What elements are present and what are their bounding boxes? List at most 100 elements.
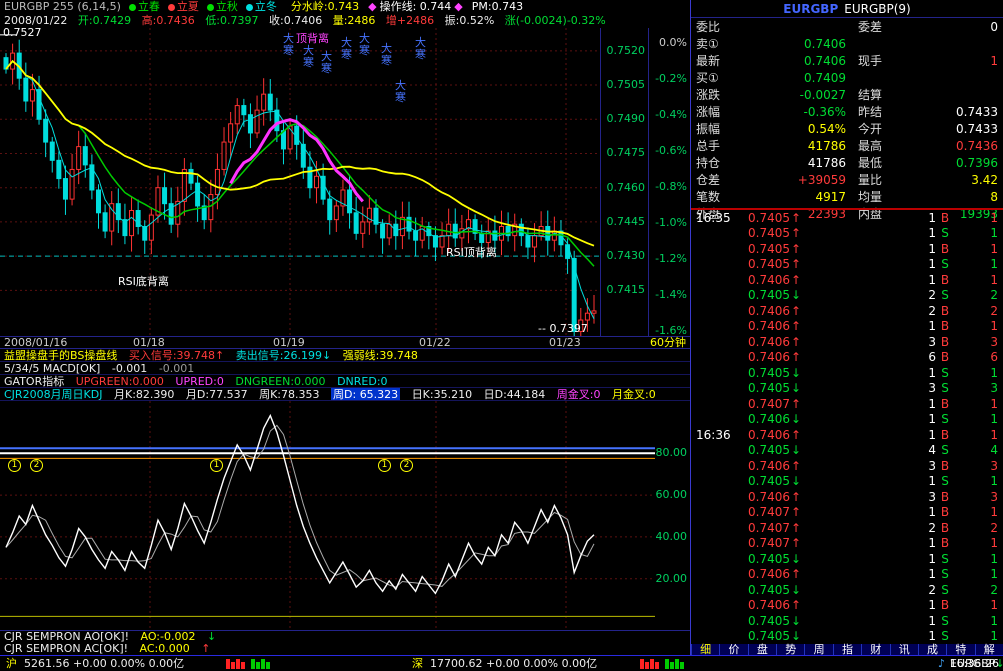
tick-price: 0.7407	[738, 505, 790, 519]
tick-count: 3	[954, 381, 998, 395]
candle-body	[387, 224, 391, 238]
quote-label: 昨结	[858, 103, 910, 120]
tick-price: 0.7405	[738, 381, 790, 395]
term-dot-icon	[246, 4, 253, 11]
ohlc-bar: 2008/01/22 开:0.7429 高:0.7436 低:0.7397 收:…	[0, 14, 690, 28]
gator-dnred: DNRED:0	[337, 375, 387, 388]
tab-周[interactable]: 周	[804, 644, 832, 655]
quote-value: 0.54%	[746, 122, 846, 136]
price-axis-label: 0.7445	[607, 215, 646, 228]
down-arrow-icon: ↓	[790, 629, 802, 643]
quote-value: 0.7436	[910, 139, 998, 153]
quote-value: +39059	[746, 173, 846, 187]
candle-body	[229, 124, 233, 142]
quote-value: 0.7396	[910, 156, 998, 170]
tab-势[interactable]: 势	[776, 644, 804, 655]
meter-bar	[670, 662, 674, 669]
tick-row: 0.7405↓1S1	[691, 613, 1003, 629]
sound-icon[interactable]: ♪	[938, 657, 945, 670]
tick-side: S	[936, 552, 954, 566]
volume-value: 量:2486	[333, 14, 376, 27]
tick-count: 3	[954, 335, 998, 349]
tick-volume: 1	[802, 552, 936, 566]
tick-count: 1	[954, 412, 998, 426]
tick-side: S	[936, 288, 954, 302]
solar-term-label: 立秋	[216, 0, 238, 14]
kdj-chart-svg[interactable]	[0, 401, 655, 631]
bottom-tabs: 细价盘势周指财讯成特解	[691, 644, 1003, 655]
date-label[interactable]: 01/18	[133, 337, 165, 349]
tick-volume: 3	[802, 490, 936, 504]
tab-特[interactable]: 特	[946, 644, 974, 655]
tick-side: S	[936, 614, 954, 628]
solar-term: 立夏	[168, 0, 199, 14]
ao-title: CJR SEMPRON AO[OK]!	[4, 631, 129, 643]
tick-list[interactable]: 16:350.7405↑1B10.7405↑1S10.7405↑1B10.740…	[691, 210, 1003, 644]
quote-value: 0.7406	[746, 37, 846, 51]
gator-upred: UPRED:0	[175, 375, 223, 388]
ac-title: CJR SEMPRON AC[OK]!	[4, 643, 128, 655]
low-price-marker: 0.7397	[538, 322, 588, 335]
tick-price: 0.7407	[738, 397, 790, 411]
tick-row: 0.7406↑1B1	[691, 598, 1003, 614]
tab-指[interactable]: 指	[833, 644, 861, 655]
tab-价[interactable]: 价	[719, 644, 747, 655]
tick-count: 1	[954, 567, 998, 581]
tab-盘[interactable]: 盘	[748, 644, 776, 655]
tick-side: B	[936, 304, 954, 318]
quote-label: 现手	[858, 52, 910, 69]
tick-volume: 2	[802, 521, 936, 535]
tick-price: 0.7405	[738, 366, 790, 380]
tick-side: B	[936, 273, 954, 287]
candlestick-chart[interactable]: 大寒顶背离大寒大寒大寒大寒大寒大寒大寒RSI底背离RSI顶背离 0.7527 0…	[0, 28, 690, 336]
chart-area: EURGBP 255 (6,14,5)立春立夏立秋立冬分水岭:0.743◆操作线…	[0, 0, 690, 655]
date-label[interactable]: 01/19	[273, 337, 305, 349]
tab-讯[interactable]: 讯	[890, 644, 918, 655]
tick-row: 0.7405↑1S1	[691, 257, 1003, 273]
tab-财[interactable]: 财	[861, 644, 889, 655]
tick-count: 1	[954, 474, 998, 488]
sh-index-label[interactable]: 沪	[6, 657, 17, 670]
tab-成[interactable]: 成	[918, 644, 946, 655]
tick-volume: 1	[802, 226, 936, 240]
tick-row: 0.7406↑2B2	[691, 303, 1003, 319]
percent-axis: 0.0%-0.2%-0.4%-0.6%-0.8%-1.0%-1.2%-1.4%-…	[648, 28, 690, 336]
candle-body	[381, 224, 385, 238]
date-label[interactable]: 2008/01/16	[4, 337, 67, 349]
tick-side: B	[936, 211, 954, 225]
down-arrow-icon: ↓	[790, 474, 802, 488]
sz-index-label[interactable]: 深	[412, 657, 423, 670]
meter-bar	[645, 662, 649, 669]
tab-细[interactable]: 细	[691, 644, 719, 655]
tick-count: 1	[954, 598, 998, 612]
main-chart-svg[interactable]	[0, 28, 600, 336]
bs-buy-signal: 买入信号:39.748↑	[129, 349, 224, 362]
tab-解[interactable]: 解	[975, 644, 1003, 655]
tick-volume: 3	[802, 459, 936, 473]
candle-body	[50, 142, 54, 160]
candle-body	[460, 229, 464, 238]
percent-axis-label: -0.8%	[655, 180, 687, 193]
tick-count: 1	[954, 536, 998, 550]
quote-value: -0.36%	[746, 105, 846, 119]
quote-row: 涨跌-0.0027结算	[691, 86, 1003, 103]
candle-body	[592, 311, 596, 313]
candle-body	[209, 195, 213, 220]
volume-meter-group	[640, 659, 660, 669]
ao-arrow-icon: ↓	[207, 631, 216, 643]
tick-price: 0.7405	[738, 629, 790, 643]
tick-volume: 1	[802, 567, 936, 581]
tick-time: 16:35	[696, 211, 738, 225]
quote-row: 总手41786最高0.7436	[691, 137, 1003, 154]
bs-title: 益盟操盘手的BS操盘线	[4, 349, 117, 362]
date-label[interactable]: 01/22	[419, 337, 451, 349]
up-arrow-icon: ↑	[790, 567, 802, 581]
tick-volume: 1	[802, 629, 936, 643]
tick-volume: 1	[802, 428, 936, 442]
tick-price: 0.7406	[738, 490, 790, 504]
period-label[interactable]: 60分钟	[650, 337, 686, 349]
kdj-chart[interactable]: 80.0060.0040.0020.00 12112	[0, 401, 690, 631]
kdj-title: CJR2008月周日KDJ	[4, 388, 103, 401]
date-label[interactable]: 01/23	[549, 337, 581, 349]
candle-body	[414, 231, 418, 240]
